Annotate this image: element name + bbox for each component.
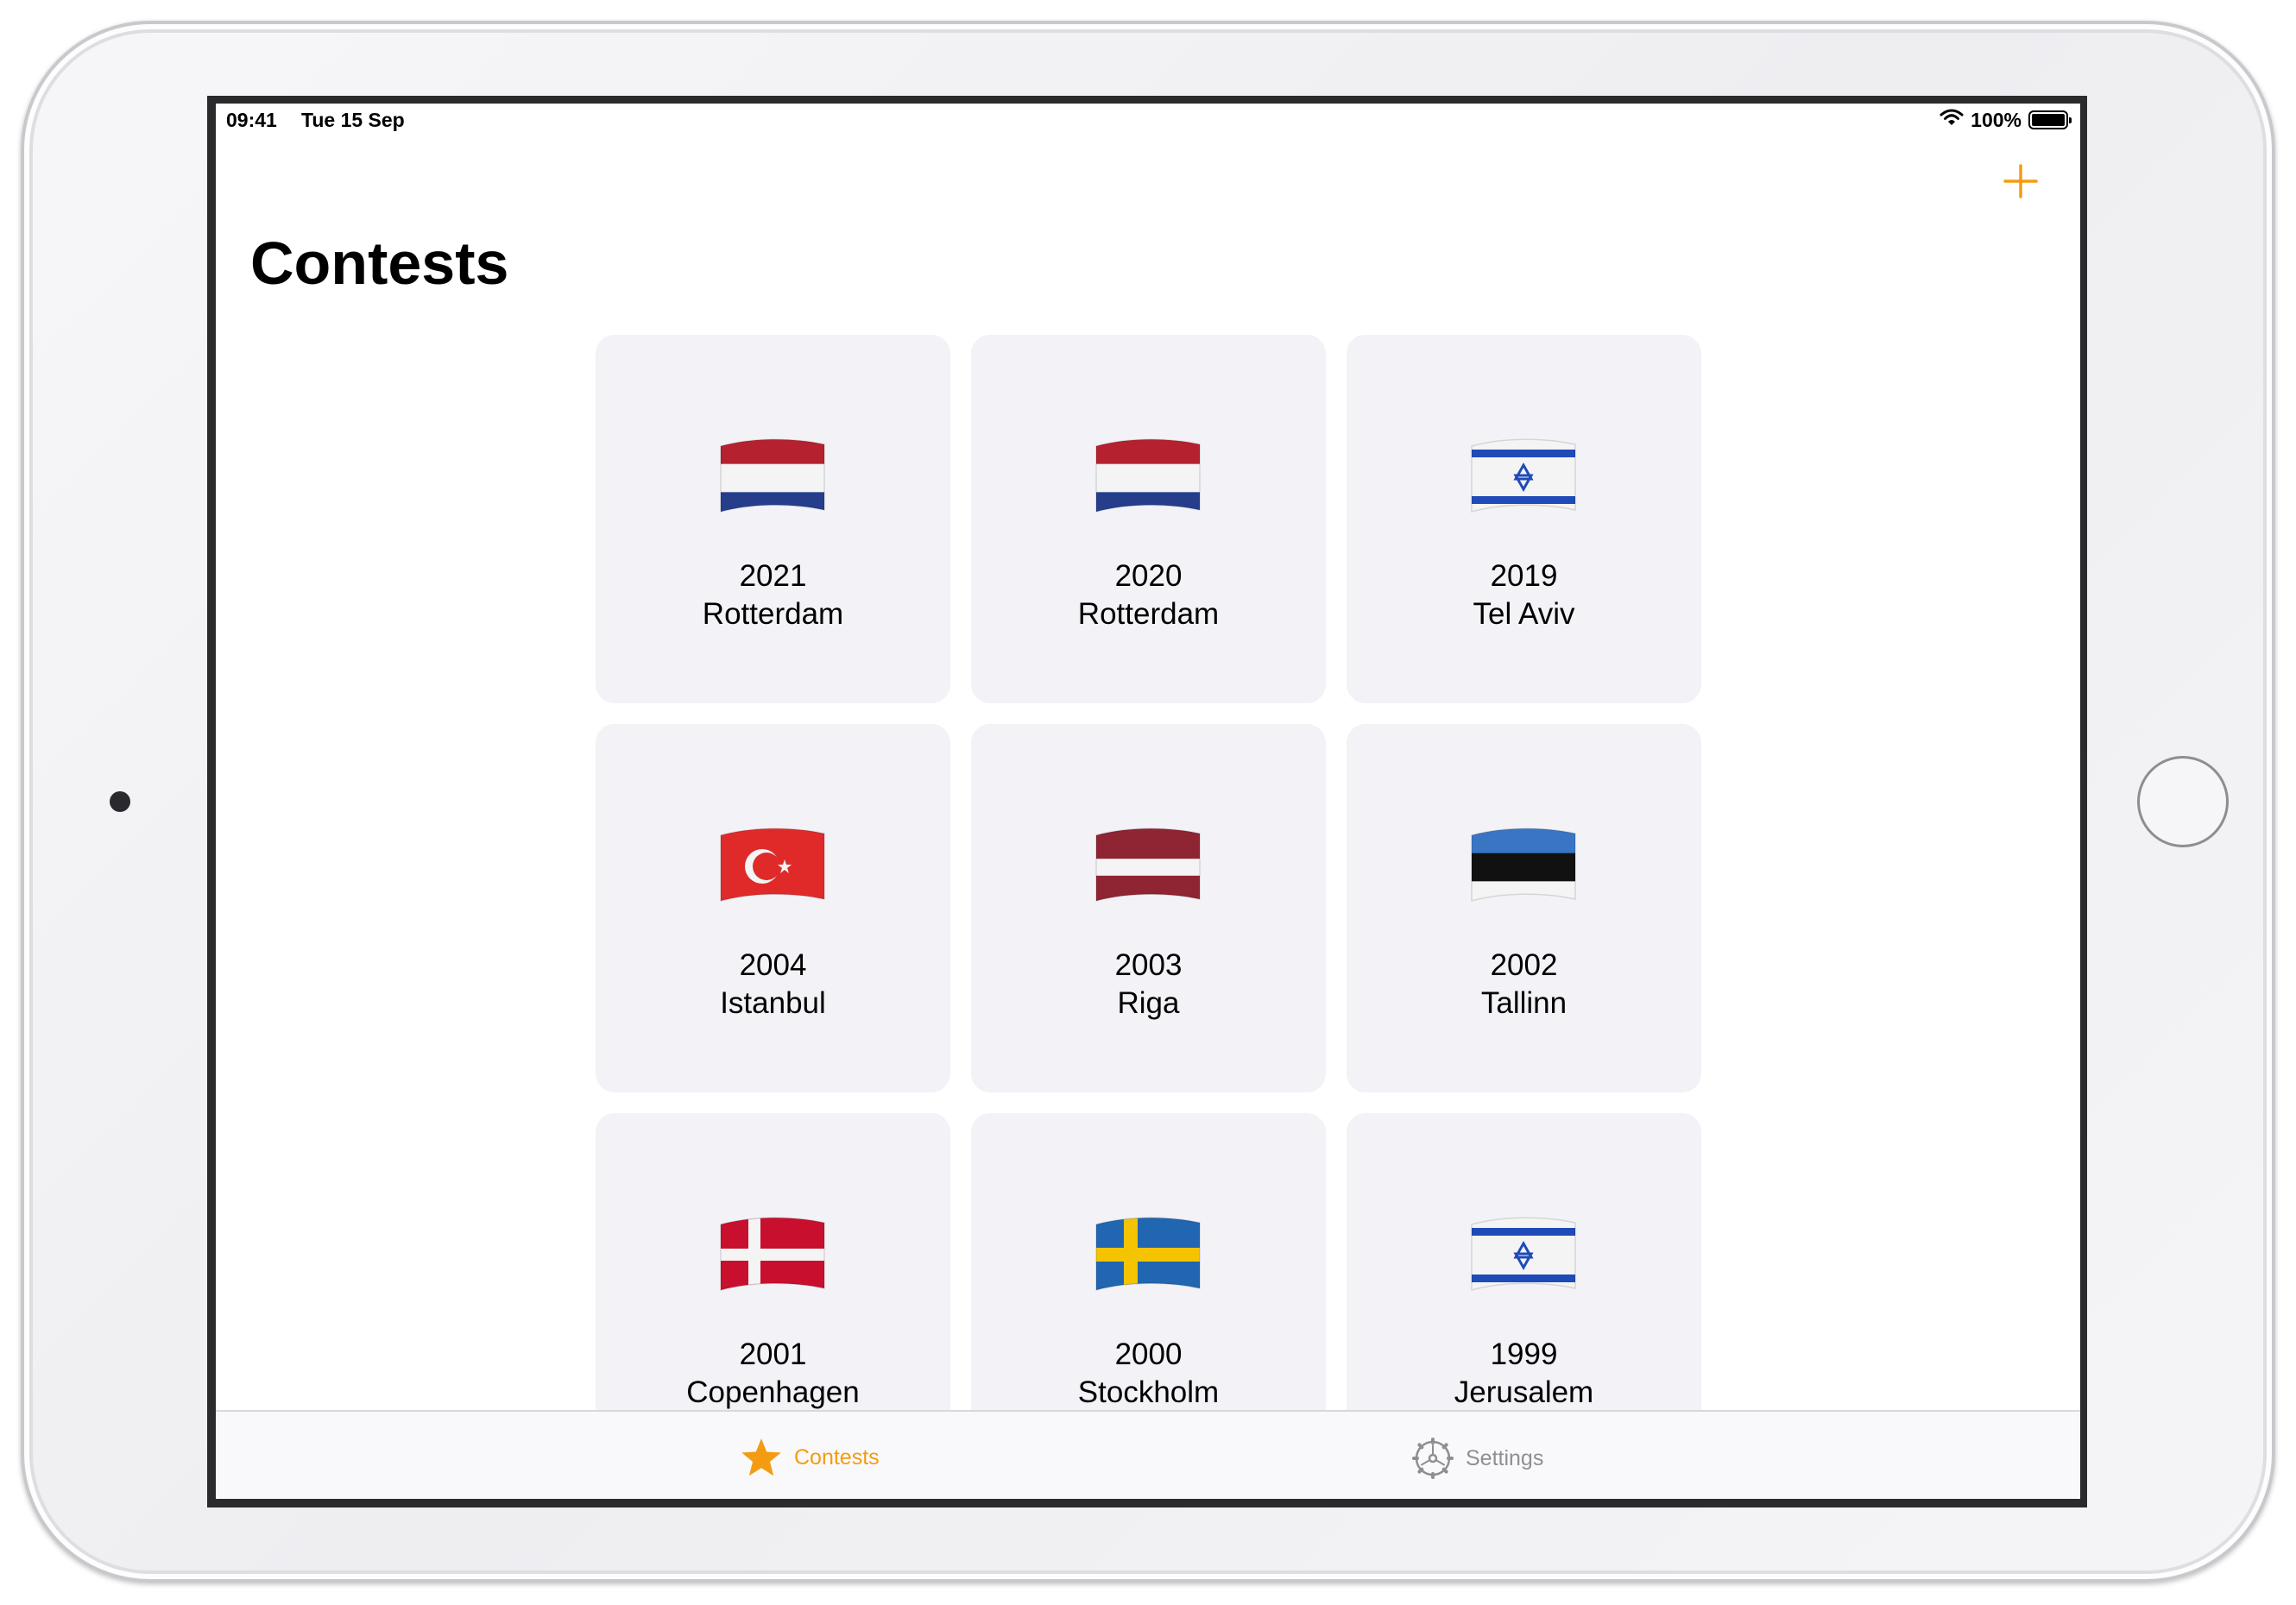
contest-grid: 2021 Rotterdam 2020 Rotterdam 2019 Tel Aviv 20…	[596, 335, 1701, 1482]
contest-year: 2002	[1490, 948, 1558, 982]
contest-city: Rotterdam	[1077, 597, 1220, 631]
plus-icon	[2003, 164, 2038, 198]
contest-city: Stockholm	[1077, 1375, 1220, 1409]
contest-city: Tel Aviv	[1473, 597, 1575, 631]
contest-card[interactable]: 2002 Tallinn	[1347, 724, 1701, 1092]
status-date: Tue 15 Sep	[301, 109, 405, 131]
contest-city: Jerusalem	[1454, 1375, 1594, 1409]
contest-year: 2000	[1114, 1338, 1183, 1371]
star-icon	[741, 1438, 781, 1476]
contest-city: Riga	[1117, 986, 1180, 1020]
status-time: 09:41	[226, 109, 277, 131]
contest-year: 2021	[739, 559, 807, 593]
battery-icon	[2028, 110, 2072, 129]
contest-city: Copenhagen	[686, 1375, 860, 1409]
screen: 09:41 Tue 15 Sep 100% Contests 2021 Rotte…	[216, 104, 2080, 1499]
contest-card[interactable]: 2021 Rotterdam	[596, 335, 950, 703]
contest-year: 2004	[739, 948, 807, 982]
wifi-icon	[1940, 108, 1964, 132]
contest-card[interactable]: 2020 Rotterdam	[971, 335, 1326, 703]
contest-city: Istanbul	[720, 986, 826, 1020]
front-camera	[110, 791, 130, 812]
tab-bar: Contests Settings	[216, 1410, 2080, 1499]
contest-year: 2019	[1490, 559, 1558, 593]
contest-year: 1999	[1490, 1338, 1558, 1371]
status-bar: 09:41 Tue 15 Sep 100%	[216, 104, 2080, 138]
contest-card[interactable]: 2019 Tel Aviv	[1347, 335, 1701, 703]
page-title: Contests	[250, 230, 509, 297]
contest-card[interactable]: 2003 Riga	[971, 724, 1326, 1092]
contest-year: 2001	[739, 1338, 807, 1371]
contest-year: 2020	[1114, 559, 1183, 593]
contest-city: Rotterdam	[702, 597, 844, 631]
gear-icon	[1412, 1438, 1454, 1479]
tab-contests[interactable]: Contests	[741, 1438, 880, 1477]
tab-settings-label: Settings	[1466, 1445, 1544, 1470]
tab-settings[interactable]: Settings	[1412, 1438, 1543, 1479]
status-indicators: 100%	[1940, 108, 2072, 132]
battery-percentage: 100%	[1971, 108, 2022, 131]
contest-city: Tallinn	[1480, 986, 1567, 1020]
home-button[interactable]	[2137, 756, 2229, 847]
contest-year: 2003	[1114, 948, 1183, 982]
contest-card[interactable]: 2004 Istanbul	[596, 724, 950, 1092]
tab-contests-label: Contests	[794, 1444, 880, 1470]
add-contest-button[interactable]	[1999, 160, 2042, 203]
